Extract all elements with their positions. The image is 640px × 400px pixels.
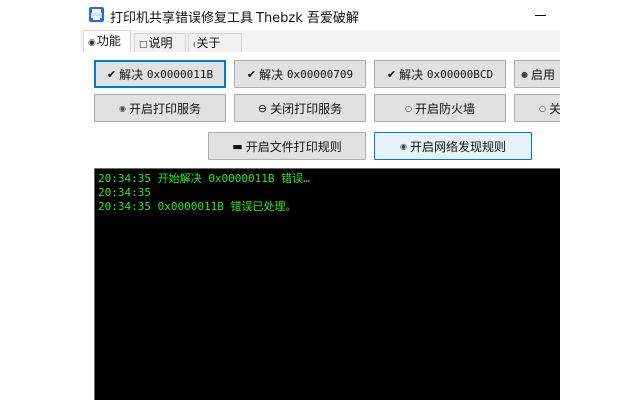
tab-instructions[interactable]: □说明 (134, 33, 186, 52)
stop-icon: ⊖ (257, 101, 268, 115)
button-label: 开启防火墙 (414, 101, 475, 116)
tab-functions[interactable]: ◉功能 (83, 30, 131, 53)
document-icon: □ (139, 40, 148, 50)
radio-icon: ○ (539, 103, 546, 113)
radio-icon: ◉ (119, 103, 126, 113)
button-prefix: 解决 (399, 67, 424, 82)
fix-0x00000709-button[interactable]: ✔ 解决 0x00000709 (234, 60, 366, 88)
functions-panel: ✔ 解决 0x0000011B ✔ 解决 0x00000709 ✔ 解决 0x0… (80, 52, 560, 400)
stop-print-service-button[interactable]: ⊖ 关闭打印服务 (234, 94, 366, 122)
button-label: 开启网络发现规则 (409, 139, 506, 154)
check-icon: ✔ (106, 67, 117, 81)
check-icon: ✔ (246, 67, 257, 81)
button-label: 开启打印服务 (128, 101, 201, 116)
start-print-service-button[interactable]: ◉ 开启打印服务 (94, 94, 226, 122)
button-label: 关 (548, 101, 560, 116)
printer-icon: ▬ (232, 139, 243, 153)
app-printer-icon (89, 7, 104, 22)
tab-label: 说明 (148, 36, 173, 50)
info-icon: ı (193, 40, 196, 50)
tab-about[interactable]: ı关于 (188, 33, 242, 52)
radio-icon: ◉ (88, 38, 96, 48)
button-code: 0x0000011B (146, 67, 214, 81)
enable-file-print-rules-button[interactable]: ▬ 开启文件打印规则 (208, 132, 366, 160)
dot-icon: ● (521, 69, 528, 79)
log-console[interactable]: 20:34:35 开始解决 0x0000011B 错误… 20:34:35 20… (94, 168, 560, 400)
minimize-button[interactable] (520, 0, 560, 30)
tab-strip: ◉功能 □说明 ı关于 (80, 30, 560, 53)
log-line: 20:34:35 0x0000011B 错误已处理。 (98, 200, 297, 213)
button-prefix: 解决 (119, 67, 144, 82)
enable-button[interactable]: ● 启用 (514, 60, 560, 88)
minimize-icon (534, 14, 546, 16)
enable-network-discovery-rules-button[interactable]: ◉ 开启网络发现规则 (374, 132, 532, 160)
button-code: 0x00000709 (286, 67, 354, 81)
button-label: 启用 (530, 67, 555, 82)
button-label: 开启文件打印规则 (245, 139, 342, 154)
fix-0x00000bcd-button[interactable]: ✔ 解决 0x00000BCD (374, 60, 506, 88)
network-icon: ◉ (400, 141, 407, 151)
log-line: 20:34:35 开始解决 0x0000011B 错误… (98, 172, 310, 185)
title-bar[interactable]: 打印机共享错误修复工具 Thebzk 吾爱破解 (80, 0, 560, 30)
tab-label: 关于 (196, 36, 221, 50)
close-button[interactable]: ○ 关 (514, 94, 560, 122)
check-icon: ✔ (386, 67, 397, 81)
main-window: 打印机共享错误修复工具 Thebzk 吾爱破解 ◉功能 □说明 ı关于 ✔ 解决… (80, 0, 560, 400)
window-title: 打印机共享错误修复工具 (110, 11, 254, 26)
button-code: 0x00000BCD (426, 67, 494, 81)
log-line: 20:34:35 (98, 186, 151, 199)
start-firewall-button[interactable]: ○ 开启防火墙 (374, 94, 506, 122)
button-label: 关闭打印服务 (270, 101, 343, 116)
window-author: Thebzk 吾爱破解 (256, 11, 359, 26)
fix-0x0000011b-button[interactable]: ✔ 解决 0x0000011B (94, 60, 226, 88)
button-prefix: 解决 (259, 67, 284, 82)
tab-label: 功能 (96, 34, 121, 48)
radio-icon: ○ (405, 103, 412, 113)
